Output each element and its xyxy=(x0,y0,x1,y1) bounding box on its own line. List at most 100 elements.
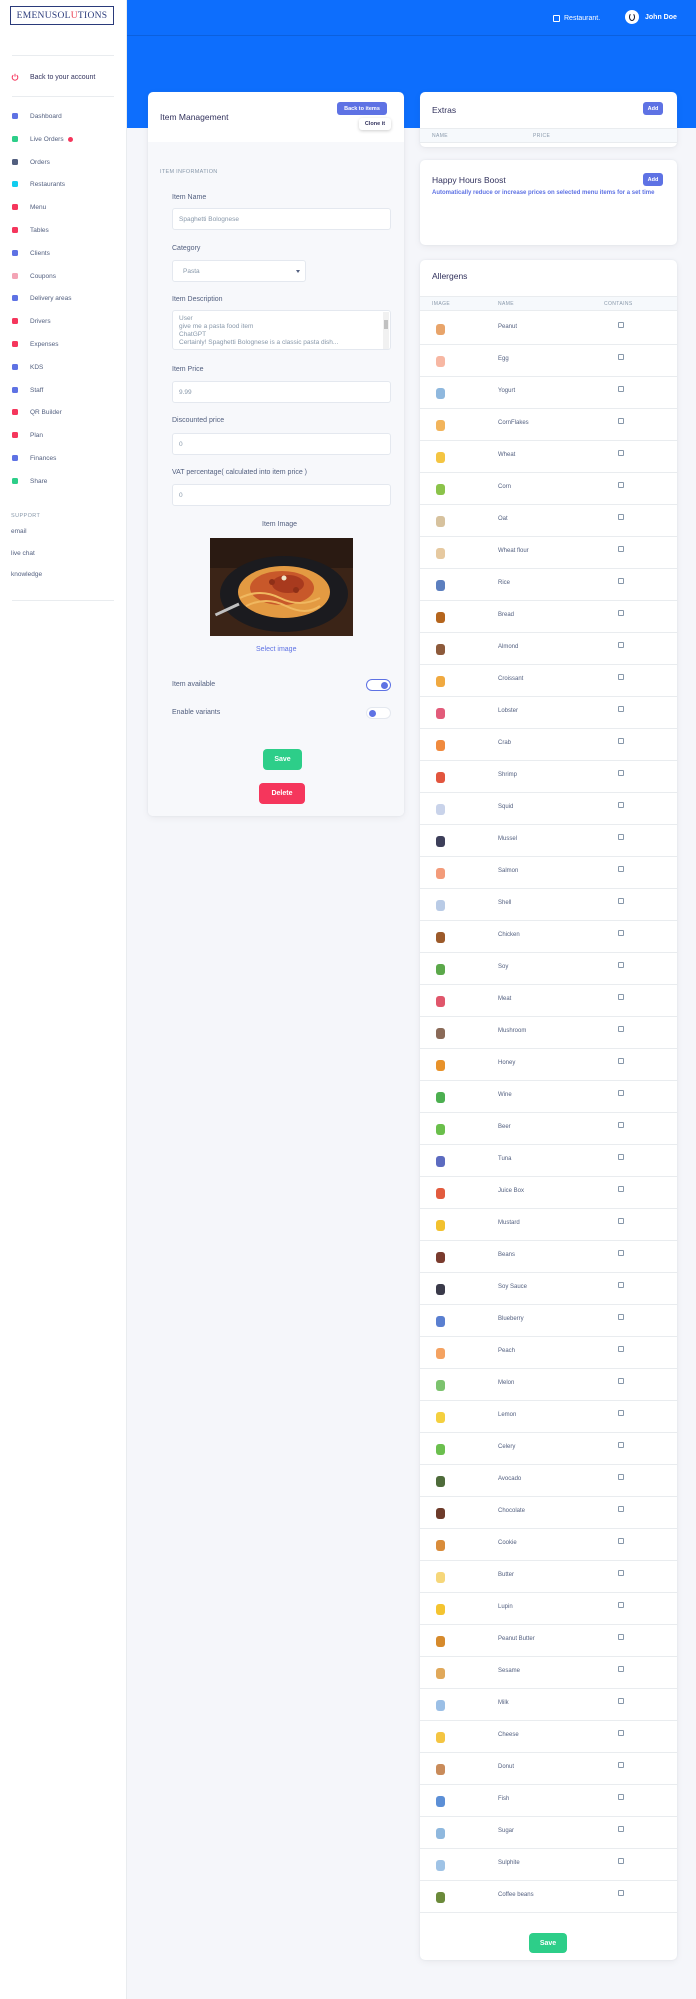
allergen-contains-checkbox[interactable] xyxy=(618,1858,624,1864)
wine-icon xyxy=(434,1090,446,1104)
sidebar-item-restaurants[interactable]: Restaurants xyxy=(11,177,65,191)
sidebar-item-orders[interactable]: Orders xyxy=(11,155,50,169)
delete-item-button[interactable]: Delete xyxy=(259,783,305,804)
sidebar-item-staff[interactable]: Staff xyxy=(11,383,43,397)
allergen-contains-checkbox[interactable] xyxy=(618,1538,624,1544)
sidebar-item-tables[interactable]: Tables xyxy=(11,223,49,237)
allergen-contains-checkbox[interactable] xyxy=(618,1090,624,1096)
allergen-contains-checkbox[interactable] xyxy=(618,1314,624,1320)
allergen-contains-checkbox[interactable] xyxy=(618,386,624,392)
allergen-contains-checkbox[interactable] xyxy=(618,1186,624,1192)
brand-logo[interactable]: EMENUSOL U TIONS xyxy=(10,6,114,25)
allergen-contains-checkbox[interactable] xyxy=(618,1506,624,1512)
sidebar-item-expenses[interactable]: Expenses xyxy=(11,337,59,351)
allergen-contains-checkbox[interactable] xyxy=(618,1442,624,1448)
allergen-contains-checkbox[interactable] xyxy=(618,706,624,712)
support-link-knowledge[interactable]: knowledge xyxy=(11,571,42,578)
sidebar-item-kds[interactable]: KDS xyxy=(11,360,43,374)
sidebar-item-qr-builder[interactable]: QR Builder xyxy=(11,405,62,419)
allergen-contains-checkbox[interactable] xyxy=(618,674,624,680)
allergen-contains-checkbox[interactable] xyxy=(618,482,624,488)
sidebar-item-menu[interactable]: Menu xyxy=(11,200,46,214)
allergen-contains-checkbox[interactable] xyxy=(618,514,624,520)
sidebar-item-delivery-areas[interactable]: Delivery areas xyxy=(11,291,72,305)
item-price-input[interactable]: 9.99 xyxy=(172,381,391,403)
butter-icon xyxy=(434,1570,446,1584)
sidebar-item-share[interactable]: Share xyxy=(11,474,47,488)
category-select[interactable]: Pasta xyxy=(172,260,306,282)
allergen-contains-checkbox[interactable] xyxy=(618,1218,624,1224)
restaurant-link[interactable]: Restaurant. xyxy=(553,12,600,24)
allergen-contains-checkbox[interactable] xyxy=(618,1122,624,1128)
allergen-contains-checkbox[interactable] xyxy=(618,898,624,904)
sidebar-item-coupons[interactable]: Coupons xyxy=(11,269,56,283)
allergen-name: Celery xyxy=(498,1444,516,1450)
back-to-account-link[interactable]: Back to your account xyxy=(11,70,95,84)
allergen-contains-checkbox[interactable] xyxy=(618,802,624,808)
discounted-price-input[interactable]: 0 xyxy=(172,433,391,455)
allergen-contains-checkbox[interactable] xyxy=(618,1730,624,1736)
tag-icon xyxy=(11,272,19,280)
toggle-knob xyxy=(381,682,388,689)
allergen-contains-checkbox[interactable] xyxy=(618,834,624,840)
allergen-contains-checkbox[interactable] xyxy=(618,610,624,616)
save-item-button[interactable]: Save xyxy=(263,749,302,770)
item-available-toggle[interactable] xyxy=(366,679,391,691)
select-image-button[interactable]: Select image xyxy=(256,646,296,653)
add-extra-button[interactable]: Add xyxy=(643,102,663,115)
allergen-contains-checkbox[interactable] xyxy=(618,1410,624,1416)
header-divider xyxy=(127,35,696,36)
allergen-contains-checkbox[interactable] xyxy=(618,578,624,584)
allergen-contains-checkbox[interactable] xyxy=(618,1698,624,1704)
sidebar-item-finances[interactable]: Finances xyxy=(11,451,56,465)
sidebar-item-dashboard[interactable]: Dashboard xyxy=(11,109,62,123)
support-link-email[interactable]: email xyxy=(11,528,27,535)
allergen-contains-checkbox[interactable] xyxy=(618,1250,624,1256)
allergen-contains-checkbox[interactable] xyxy=(618,1826,624,1832)
allergen-contains-checkbox[interactable] xyxy=(618,418,624,424)
allergen-contains-checkbox[interactable] xyxy=(618,770,624,776)
allergen-contains-checkbox[interactable] xyxy=(618,1890,624,1896)
add-happy-hours-button[interactable]: Add xyxy=(643,173,663,186)
save-allergens-button[interactable]: Save xyxy=(529,1933,567,1953)
textarea-scrollbar[interactable] xyxy=(383,312,389,349)
allergen-contains-checkbox[interactable] xyxy=(618,962,624,968)
allergen-contains-checkbox[interactable] xyxy=(618,866,624,872)
allergen-contains-checkbox[interactable] xyxy=(618,930,624,936)
allergen-contains-checkbox[interactable] xyxy=(618,1058,624,1064)
allergen-row: Lobster xyxy=(420,697,677,729)
back-to-items-button[interactable]: Back to items xyxy=(337,102,387,115)
clone-item-button[interactable]: Clone it xyxy=(359,118,391,130)
allergen-contains-checkbox[interactable] xyxy=(618,1026,624,1032)
allergen-contains-checkbox[interactable] xyxy=(618,322,624,328)
vat-input[interactable]: 0 xyxy=(172,484,391,506)
allergen-contains-checkbox[interactable] xyxy=(618,1378,624,1384)
allergen-contains-checkbox[interactable] xyxy=(618,1346,624,1352)
allergen-contains-checkbox[interactable] xyxy=(618,738,624,744)
allergen-contains-checkbox[interactable] xyxy=(618,1794,624,1800)
sidebar-item-drivers[interactable]: Drivers xyxy=(11,314,51,328)
allergen-contains-checkbox[interactable] xyxy=(618,1282,624,1288)
sidebar-item-plan[interactable]: Plan xyxy=(11,428,43,442)
allergen-contains-checkbox[interactable] xyxy=(618,546,624,552)
allergen-contains-checkbox[interactable] xyxy=(618,1474,624,1480)
allergen-contains-checkbox[interactable] xyxy=(618,354,624,360)
allergen-contains-checkbox[interactable] xyxy=(618,1634,624,1640)
donut-icon xyxy=(434,1762,446,1776)
allergen-contains-checkbox[interactable] xyxy=(618,994,624,1000)
item-description-textarea[interactable]: User give me a pasta food item ChatGPT C… xyxy=(172,310,391,350)
allergen-contains-checkbox[interactable] xyxy=(618,450,624,456)
item-name-input[interactable]: Spaghetti Bolognese xyxy=(172,208,391,230)
sidebar-item-live-orders[interactable]: Live Orders xyxy=(11,132,73,146)
user-menu[interactable]: John Doe xyxy=(625,9,677,25)
allergen-row: Mushroom xyxy=(420,1017,677,1049)
allergen-contains-checkbox[interactable] xyxy=(618,1570,624,1576)
allergen-contains-checkbox[interactable] xyxy=(618,642,624,648)
support-link-live-chat[interactable]: live chat xyxy=(11,550,35,557)
allergen-contains-checkbox[interactable] xyxy=(618,1666,624,1672)
allergen-contains-checkbox[interactable] xyxy=(618,1762,624,1768)
allergen-contains-checkbox[interactable] xyxy=(618,1154,624,1160)
allergen-contains-checkbox[interactable] xyxy=(618,1602,624,1608)
sidebar-item-clients[interactable]: Clients xyxy=(11,246,50,260)
enable-variants-toggle[interactable] xyxy=(366,707,391,719)
